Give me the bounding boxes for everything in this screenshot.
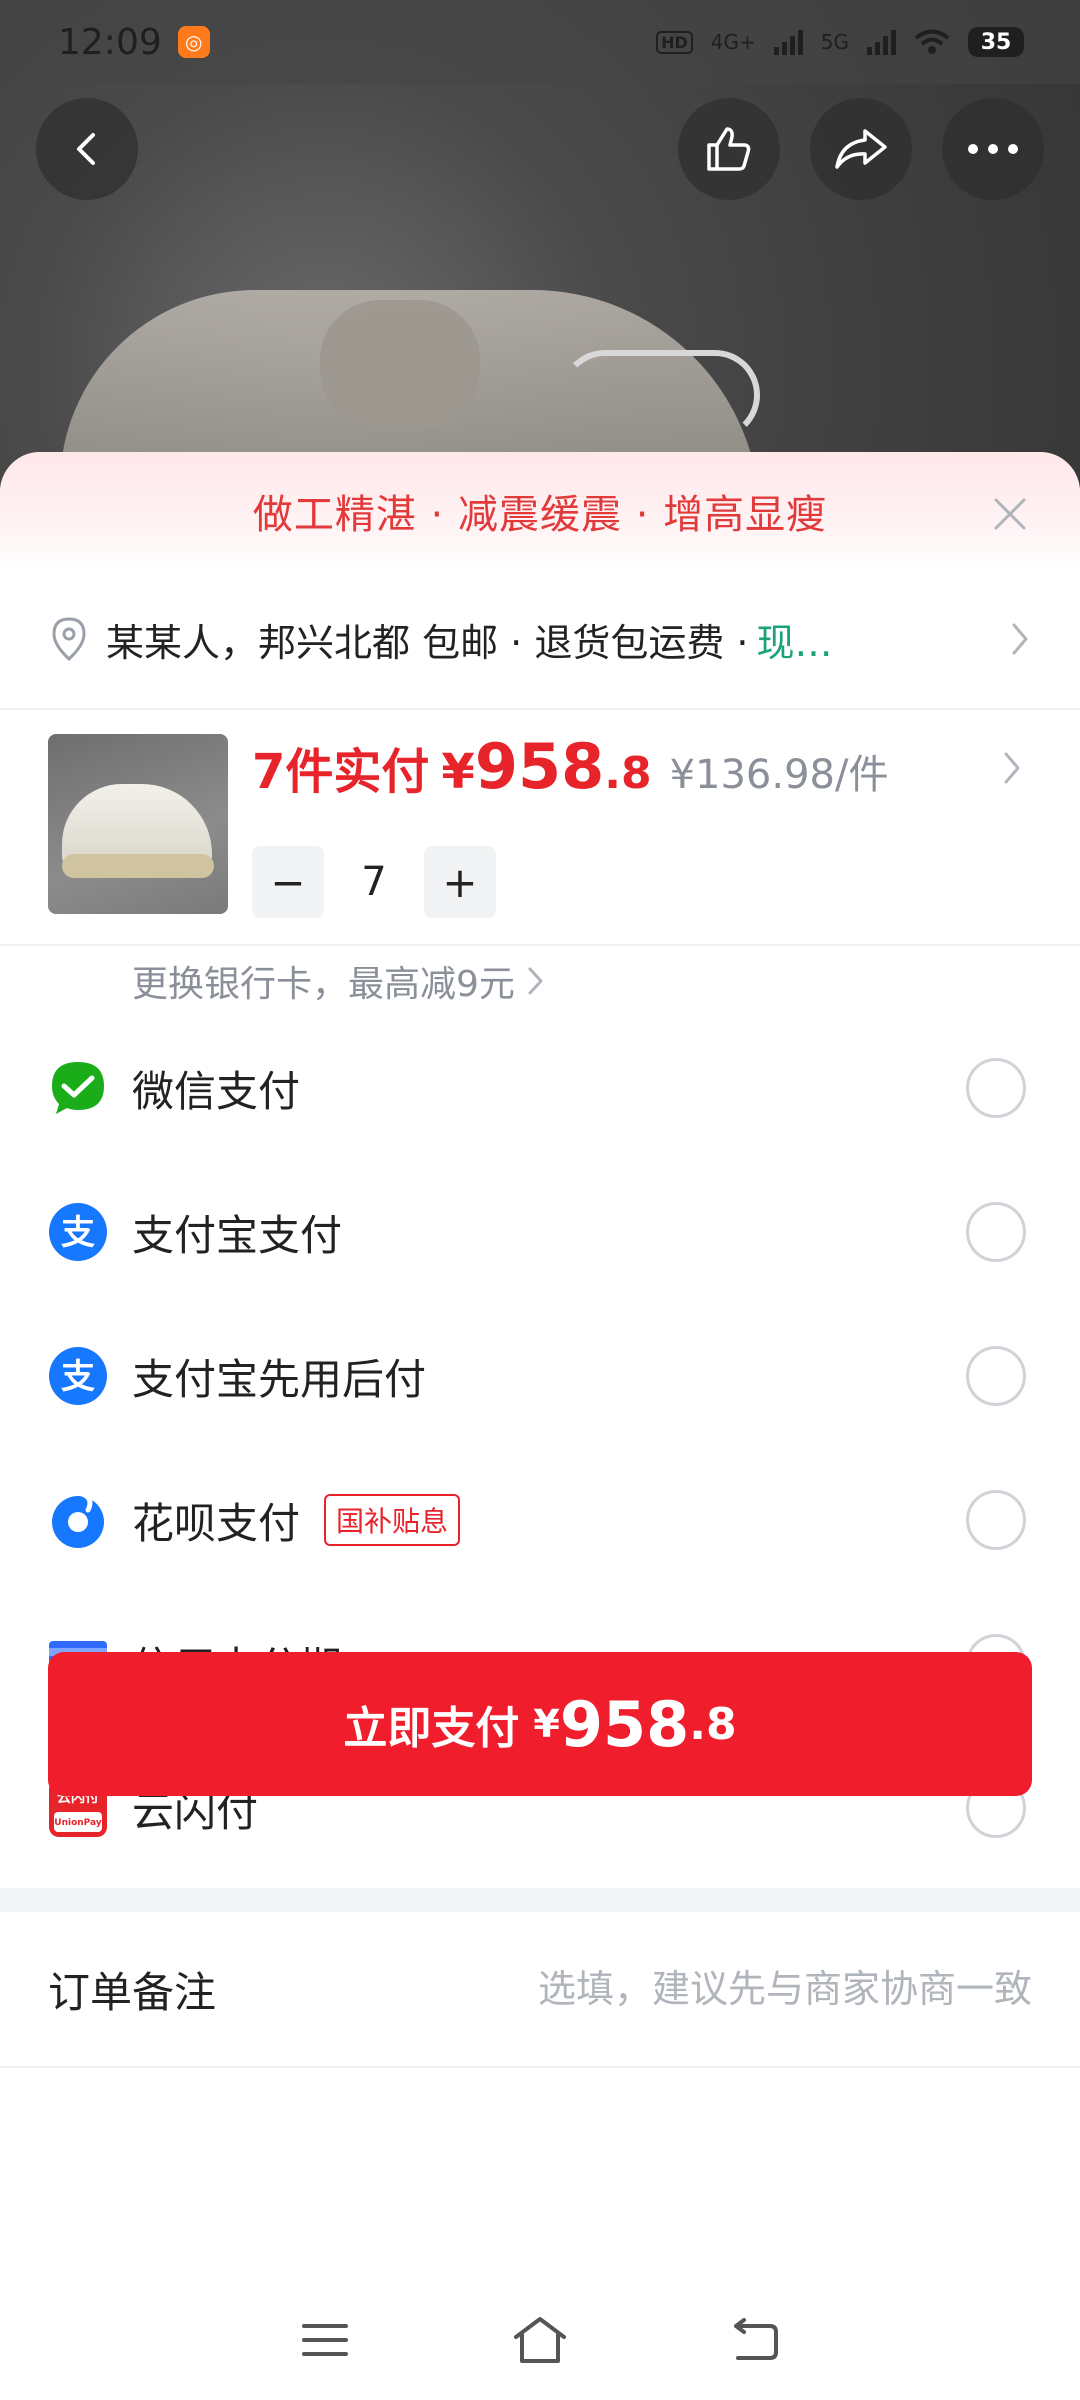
share-icon xyxy=(835,129,887,169)
chevron-right-icon xyxy=(528,967,543,995)
address-row[interactable]: 某某人，邦兴北都 包邮 · 退货包运费 · 现… xyxy=(0,570,1080,710)
radio-button[interactable] xyxy=(966,1490,1026,1550)
total-count-label: 7件实付 xyxy=(252,744,430,800)
product-row: 7件实付 ¥ 958 .8 ¥136.98/件 − 7 + xyxy=(0,710,1080,946)
like-button[interactable] xyxy=(678,98,780,200)
quantity-stepper: − 7 + xyxy=(252,846,496,918)
system-navigation-bar xyxy=(0,2280,1080,2400)
decrease-button[interactable]: − xyxy=(252,846,324,918)
share-button[interactable] xyxy=(810,98,912,200)
alipay-icon: 支 xyxy=(48,1346,108,1406)
product-shoe-sole xyxy=(62,854,214,878)
menu-icon[interactable] xyxy=(300,2320,350,2360)
price-decimal: .8 xyxy=(604,748,652,799)
shoe-collar xyxy=(320,300,480,430)
payment-label: 花呗支付 xyxy=(132,1498,301,1548)
home-icon[interactable] xyxy=(510,2315,570,2365)
pay-now-label: 立即支付 xyxy=(343,1703,520,1754)
battery-indicator: 35 xyxy=(968,27,1024,57)
status-icons: HD 4G+ 5G 35 xyxy=(656,27,1024,57)
signal-icon-2 xyxy=(867,29,896,55)
order-note-row: 订单备注 xyxy=(0,1912,1080,2068)
svg-text:支: 支 xyxy=(61,1357,95,1397)
back-button[interactable] xyxy=(36,98,138,200)
payment-label: 微信支付 xyxy=(132,1066,301,1116)
wifi-icon xyxy=(914,29,950,54)
change-bank-card-row[interactable]: 更换银行卡，最高减9元 xyxy=(0,946,1080,1016)
payment-option-alipay-later[interactable]: 支 支付宝先用后付 xyxy=(0,1304,1080,1448)
more-dots-icon xyxy=(968,144,1018,154)
increase-button[interactable]: + xyxy=(424,846,496,918)
network-4g-label: 4G+ xyxy=(710,30,756,54)
pay-currency-symbol: ¥ xyxy=(533,1702,560,1746)
signal-icon xyxy=(773,29,803,55)
subsidy-badge: 国补贴息 xyxy=(324,1494,461,1546)
alipay-icon: 支 xyxy=(48,1202,108,1262)
app-notification-icon: ◎ xyxy=(177,26,210,58)
currency-symbol: ¥ xyxy=(441,744,475,800)
change-bank-card-text: 更换银行卡，最高减9元 xyxy=(132,964,515,1005)
shoe-lace xyxy=(560,350,760,440)
svg-text:支: 支 xyxy=(61,1213,95,1253)
checkout-page: 12:09 ◎ HD 4G+ 5G 35 做工精湛 · 减震缓震 · 增高显瘦 … xyxy=(0,0,1080,2400)
payment-option-huabei[interactable]: 花呗支付 国补贴息 xyxy=(0,1448,1080,1592)
more-button[interactable] xyxy=(942,98,1044,200)
radio-button[interactable] xyxy=(966,1202,1026,1262)
back-nav-icon[interactable] xyxy=(730,2318,780,2362)
status-time: 12:09 xyxy=(58,21,162,63)
close-icon[interactable] xyxy=(992,496,1028,532)
payment-sheet: 做工精湛 · 减震缓震 · 增高显瘦 某某人，邦兴北都 包邮 · 退货包运费 ·… xyxy=(0,452,1080,2400)
network-5g-label: 5G xyxy=(820,30,849,54)
address-text: 某某人，邦兴北都 包邮 · 退货包运费 · xyxy=(106,620,749,665)
svg-text:UnionPay: UnionPay xyxy=(54,1818,102,1828)
payment-option-alipay[interactable]: 支 支付宝支付 xyxy=(0,1160,1080,1304)
location-pin-icon xyxy=(52,617,86,662)
pay-price-integer: 958 xyxy=(559,1687,690,1761)
address-highlight: 现… xyxy=(756,620,833,665)
payment-label: 支付宝先用后付 xyxy=(132,1354,427,1404)
payment-label: 支付宝支付 xyxy=(132,1210,343,1260)
price-integer: 958 xyxy=(474,730,605,803)
radio-button[interactable] xyxy=(966,1058,1026,1118)
promo-banner: 做工精湛 · 减震缓震 · 增高显瘦 xyxy=(0,452,1080,570)
price-line: 7件实付 ¥ 958 .8 ¥136.98/件 xyxy=(252,730,888,803)
unit-price: ¥136.98/件 xyxy=(669,752,889,798)
radio-button[interactable] xyxy=(966,1346,1026,1406)
order-note-label: 订单备注 xyxy=(48,1967,217,2017)
section-divider xyxy=(0,1888,1080,1912)
chevron-right-icon[interactable] xyxy=(1000,750,1024,786)
order-note-input[interactable] xyxy=(412,1967,1032,2011)
promo-text: 做工精湛 · 减震缓震 · 增高显瘦 xyxy=(252,492,828,538)
pay-price-decimal: .8 xyxy=(689,1698,737,1750)
thumbs-up-icon xyxy=(707,127,751,171)
status-bar: 12:09 ◎ HD 4G+ 5G 35 xyxy=(0,0,1080,84)
chevron-right-icon xyxy=(1012,623,1028,655)
back-arrow-icon xyxy=(77,133,95,165)
pay-now-button[interactable]: 立即支付 ¥ 958 .8 xyxy=(48,1652,1032,1796)
product-thumbnail[interactable] xyxy=(48,734,228,914)
wechat-pay-icon xyxy=(48,1058,108,1118)
payment-option-wechat[interactable]: 微信支付 xyxy=(0,1016,1080,1160)
huabei-icon xyxy=(48,1490,108,1550)
hd-icon: HD xyxy=(656,30,693,54)
quantity-value[interactable]: 7 xyxy=(324,859,424,905)
